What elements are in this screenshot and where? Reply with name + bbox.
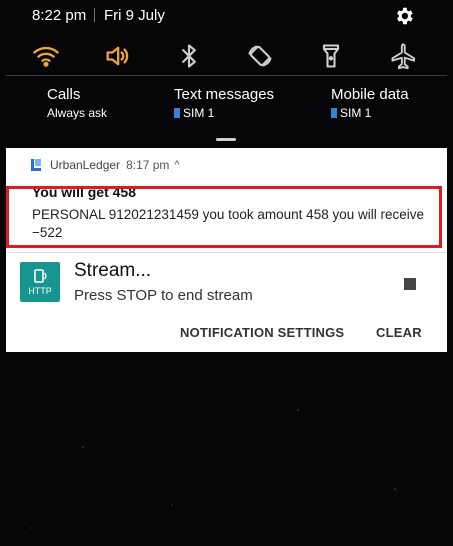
highlight-box bbox=[6, 186, 442, 248]
sim-setting-title: Calls bbox=[47, 86, 81, 103]
status-time: 8:22 pm bbox=[32, 7, 87, 24]
auto-rotate-icon bbox=[248, 45, 272, 67]
volume-icon bbox=[106, 46, 129, 66]
sound-toggle[interactable] bbox=[99, 38, 135, 74]
panel-drag-handle[interactable] bbox=[216, 138, 236, 141]
flashlight-icon bbox=[322, 44, 340, 68]
stop-stream-button[interactable] bbox=[404, 278, 416, 290]
status-bar: 8:22 pm Fri 9 July bbox=[0, 0, 453, 34]
notification-time: 8:17 pm bbox=[126, 158, 170, 172]
sim-card-icon bbox=[174, 108, 180, 118]
stream-notification-title: Stream... bbox=[74, 260, 152, 281]
bluetooth-toggle[interactable] bbox=[171, 38, 207, 74]
sim-setting-value: Always ask bbox=[47, 106, 108, 120]
http-icon-label: HTTP bbox=[28, 286, 52, 296]
sim-setting-value: SIM 1 bbox=[331, 106, 409, 120]
notification-settings-button[interactable]: NOTIFICATION SETTINGS bbox=[180, 325, 344, 340]
http-stream-app-icon: HTTP bbox=[20, 262, 60, 302]
notification-app-name: UrbanLedger bbox=[50, 158, 121, 172]
status-date: Fri 9 July bbox=[104, 7, 165, 24]
status-separator bbox=[94, 8, 95, 22]
notification-header[interactable]: UrbanLedger 8:17 pm ^ bbox=[30, 158, 180, 172]
bluetooth-icon bbox=[182, 44, 196, 68]
sim-setting-title: Mobile data bbox=[331, 86, 409, 103]
notification-panel: UrbanLedger 8:17 pm ^ You will get 458 P… bbox=[6, 148, 447, 352]
background-starfield bbox=[30, 409, 396, 529]
stream-notification-subtitle: Press STOP to end stream bbox=[74, 287, 253, 304]
airplane-mode-icon bbox=[391, 43, 416, 70]
sim-setting-value: SIM 1 bbox=[174, 106, 274, 120]
wifi-icon bbox=[33, 46, 59, 67]
settings-gear-icon[interactable] bbox=[393, 5, 415, 27]
notification-divider bbox=[6, 252, 447, 253]
sim-setting-text-messages[interactable]: Text messages SIM 1 bbox=[174, 86, 274, 120]
clear-notifications-button[interactable]: CLEAR bbox=[376, 325, 422, 340]
expand-chevron-icon[interactable]: ^ bbox=[174, 159, 179, 171]
quick-settings-divider bbox=[6, 75, 447, 76]
sim-card-icon bbox=[331, 108, 337, 118]
cast-stream-icon bbox=[34, 269, 47, 283]
flashlight-toggle[interactable] bbox=[313, 38, 349, 74]
sim-setting-calls[interactable]: Calls Always ask bbox=[47, 86, 107, 120]
sim-setting-mobile-data[interactable]: Mobile data SIM 1 bbox=[331, 86, 409, 120]
sim-setting-title: Text messages bbox=[174, 86, 275, 103]
auto-rotate-toggle[interactable] bbox=[242, 38, 278, 74]
wifi-toggle[interactable] bbox=[28, 38, 64, 74]
urbanledger-app-icon bbox=[31, 159, 41, 171]
quick-settings-row bbox=[0, 38, 453, 78]
airplane-mode-toggle[interactable] bbox=[385, 38, 421, 74]
